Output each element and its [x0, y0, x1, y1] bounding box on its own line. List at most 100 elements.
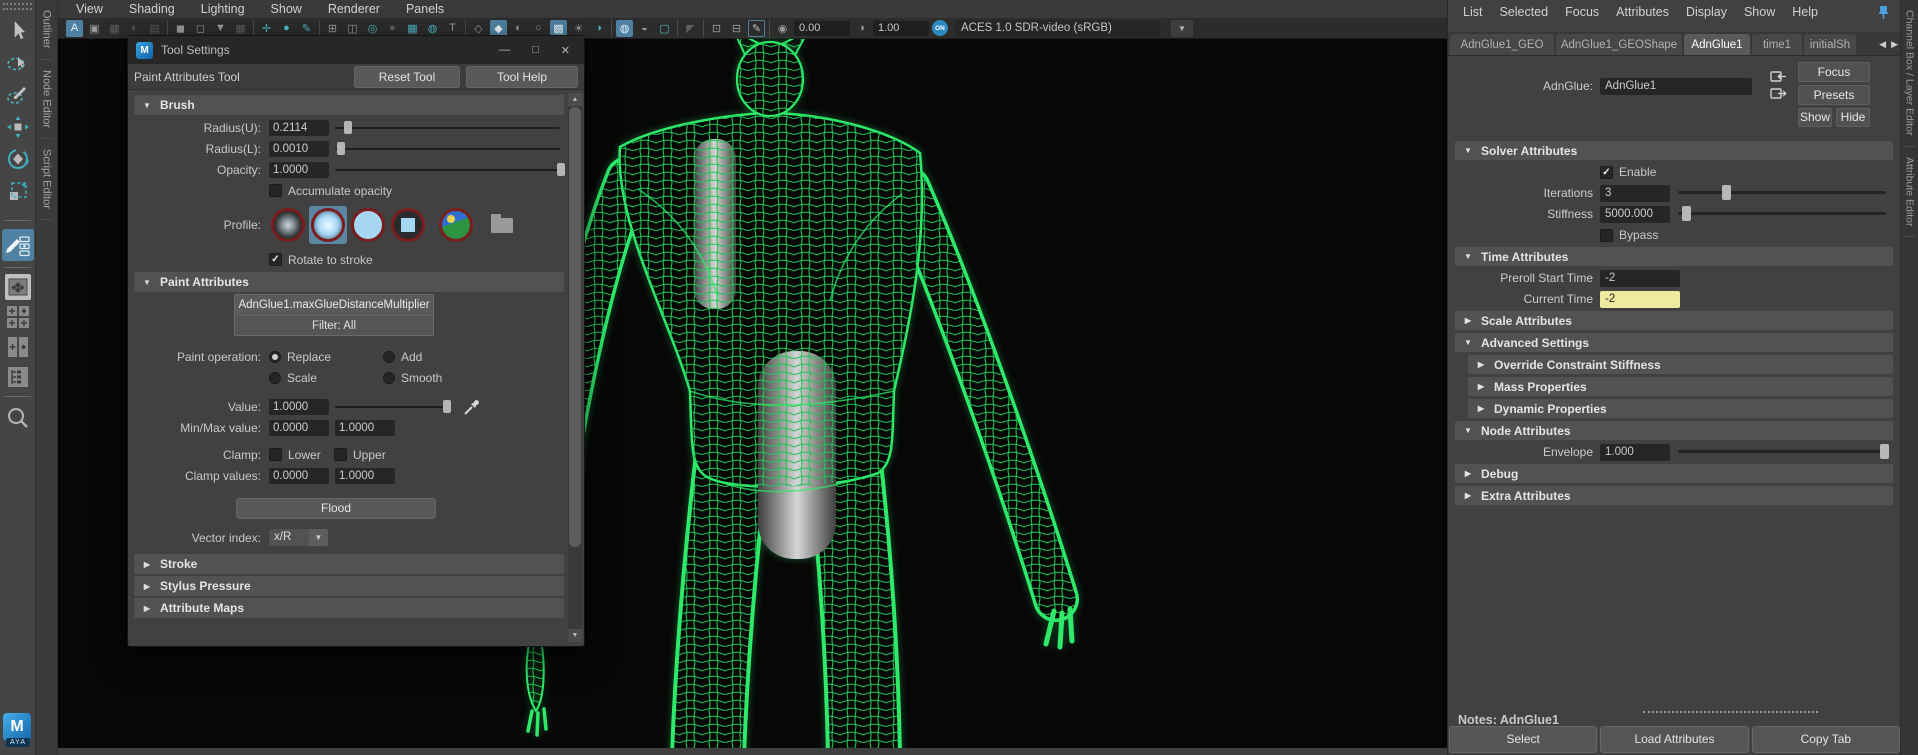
stroke-section-header[interactable]: ▶ Stroke	[134, 554, 564, 574]
resize-grip-dots[interactable]	[1643, 711, 1818, 713]
select-camera-icon[interactable]: ◼	[172, 20, 189, 37]
menu-panels[interactable]: Panels	[406, 2, 444, 16]
light-view-icon[interactable]: ▤	[146, 20, 163, 37]
profile-solid[interactable]	[349, 206, 387, 244]
opacity-field[interactable]: 1.0000	[269, 162, 329, 178]
close-button[interactable]: ✕	[561, 44, 570, 57]
tab-channel-box-layer-editor[interactable]: Channel Box / Layer Editor	[1904, 0, 1916, 147]
paint-effects-icon[interactable]: ●	[278, 20, 295, 37]
two-pane-layout-button[interactable]	[5, 334, 31, 360]
max-value-field[interactable]: 1.0000	[335, 420, 395, 436]
marquee-select-icon[interactable]: ▣	[86, 20, 103, 37]
node-name-field[interactable]: AdnGlue1	[1600, 78, 1752, 95]
menu-lighting[interactable]: Lighting	[201, 2, 245, 16]
tool-settings-titlebar[interactable]: M Tool Settings — □ ✕	[128, 36, 584, 64]
envelope-slider[interactable]	[1678, 444, 1886, 460]
dynamic-properties-header[interactable]: ▶ Dynamic Properties	[1468, 399, 1893, 418]
load-attributes-button[interactable]: Load Attributes	[1600, 726, 1748, 753]
clamp-upper-checkbox[interactable]	[334, 448, 347, 461]
time-attributes-header[interactable]: ▼ Time Attributes	[1455, 247, 1893, 266]
solver-attributes-header[interactable]: ▼ Solver Attributes	[1455, 141, 1893, 160]
shadows-display-icon[interactable]: ◑	[590, 20, 607, 37]
radius-u-slider[interactable]	[335, 120, 564, 136]
render-region-icon[interactable]: ▦	[106, 20, 123, 37]
paint-attributes-section-header[interactable]: ▼ Paint Attributes	[134, 272, 564, 292]
clamp-lower-checkbox[interactable]	[269, 448, 282, 461]
menu-show[interactable]: Show	[271, 2, 302, 16]
copy-tab-button[interactable]: Copy Tab	[1752, 726, 1900, 753]
current-time-field[interactable]: -2	[1600, 291, 1680, 308]
paint-select-tool[interactable]	[3, 80, 33, 110]
add-radio[interactable]	[383, 351, 395, 363]
film-gate-icon[interactable]: ◫	[344, 20, 361, 37]
multisample-aa-icon[interactable]: ▩	[550, 20, 567, 37]
tab-node-editor[interactable]: Node Editor	[41, 60, 53, 139]
tab-adnglue1-geoshape[interactable]: AdnGlue1_GEOShape	[1556, 34, 1682, 55]
clamp-max-field[interactable]: 1.0000	[335, 468, 395, 484]
pose-editor-icon[interactable]: ⊟	[728, 20, 745, 37]
two-d-pan-zoom-icon[interactable]: ✛	[258, 20, 275, 37]
menu-view[interactable]: View	[76, 2, 103, 16]
scale-tool[interactable]	[3, 176, 33, 206]
xray-display-icon[interactable]: ◍	[616, 20, 633, 37]
focus-button[interactable]: Focus	[1798, 62, 1870, 82]
stiffness-field[interactable]: 5000.000	[1600, 206, 1670, 223]
pin-icon[interactable]	[1877, 5, 1890, 23]
rotate-to-stroke-checkbox[interactable]: ✓	[269, 253, 282, 266]
maximize-button[interactable]: □	[532, 44, 539, 57]
value-slider[interactable]	[335, 399, 455, 415]
wireframe-display-icon[interactable]: ◇	[470, 20, 487, 37]
attribute-maps-section-header[interactable]: ▶ Attribute Maps	[134, 598, 564, 618]
grid-toggle-icon[interactable]: ⊞	[324, 20, 341, 37]
toolbox-grip[interactable]	[3, 3, 32, 10]
paint-attributes-tool[interactable]	[2, 229, 34, 261]
advanced-settings-header[interactable]: ▼ Advanced Settings	[1455, 333, 1893, 352]
output-connection-icon[interactable]	[1770, 87, 1787, 100]
tab-adnglue1[interactable]: AdnGlue1	[1684, 34, 1750, 55]
min-value-field[interactable]: 0.0000	[269, 420, 329, 436]
menu-shading[interactable]: Shading	[129, 2, 175, 16]
gamma-icon[interactable]: ◑	[853, 20, 870, 37]
profile-gaussian[interactable]	[269, 206, 307, 244]
hide-button[interactable]: Hide	[1836, 108, 1870, 127]
texture-view-icon[interactable]: ◐	[126, 20, 143, 37]
dialog-scrollbar[interactable]: ▲ ▼	[568, 93, 582, 642]
flood-button[interactable]: Flood	[236, 498, 436, 519]
panel-marking-menu-icon[interactable]: A	[66, 20, 83, 37]
attribute-target-button[interactable]: AdnGlue1.maxGlueDistanceMultiplier	[235, 295, 433, 315]
ae-menu-focus[interactable]: Focus	[1565, 5, 1599, 19]
mass-properties-header[interactable]: ▶ Mass Properties	[1468, 377, 1893, 396]
safe-action-icon[interactable]: ◍	[424, 20, 441, 37]
scroll-up-arrow-icon[interactable]: ▲	[568, 93, 582, 106]
bypass-checkbox[interactable]	[1600, 229, 1613, 242]
scale-radio[interactable]	[269, 372, 281, 384]
dashed-cursor-icon[interactable]: ◤	[682, 20, 699, 37]
override-stiffness-header[interactable]: ▶ Override Constraint Stiffness	[1468, 355, 1893, 374]
scale-attributes-header[interactable]: ▶ Scale Attributes	[1455, 311, 1893, 330]
replace-radio[interactable]	[269, 351, 281, 363]
view-transform-dropdown-arrow[interactable]: ▼	[1171, 20, 1193, 37]
opacity-slider[interactable]	[335, 162, 564, 178]
vector-index-dropdown-arrow[interactable]: ▼	[309, 529, 328, 546]
ae-menu-list[interactable]: List	[1463, 5, 1482, 19]
profile-image[interactable]	[437, 206, 475, 244]
scroll-down-arrow-icon[interactable]: ▼	[568, 629, 582, 642]
accumulate-opacity-checkbox[interactable]	[269, 184, 282, 197]
object-details-icon[interactable]: ⊡	[708, 20, 725, 37]
eyedropper-icon[interactable]	[463, 398, 481, 416]
filter-button[interactable]: Filter: All	[235, 315, 433, 335]
tool-help-button[interactable]: Tool Help	[466, 66, 578, 88]
exposure-field[interactable]: 0.00	[794, 21, 850, 36]
ae-menu-attributes[interactable]: Attributes	[1616, 5, 1669, 19]
minimize-button[interactable]: —	[499, 44, 510, 57]
browse-profile-folder-icon[interactable]	[491, 218, 513, 233]
tab-initialsh[interactable]: initialSh	[1804, 34, 1856, 55]
camera-attributes-icon[interactable]: ◻	[192, 20, 209, 37]
view-transform-select[interactable]: ACES 1.0 SDR-video (sRGB)	[955, 20, 1160, 37]
profile-square[interactable]	[389, 206, 427, 244]
exposure-icon[interactable]: ◉	[774, 20, 791, 37]
reset-tool-button[interactable]: Reset Tool	[354, 66, 460, 88]
ae-menu-help[interactable]: Help	[1792, 5, 1818, 19]
tab-adnglue1-geo[interactable]: AdnGlue1_GEO	[1450, 34, 1554, 55]
show-button[interactable]: Show	[1798, 108, 1832, 127]
